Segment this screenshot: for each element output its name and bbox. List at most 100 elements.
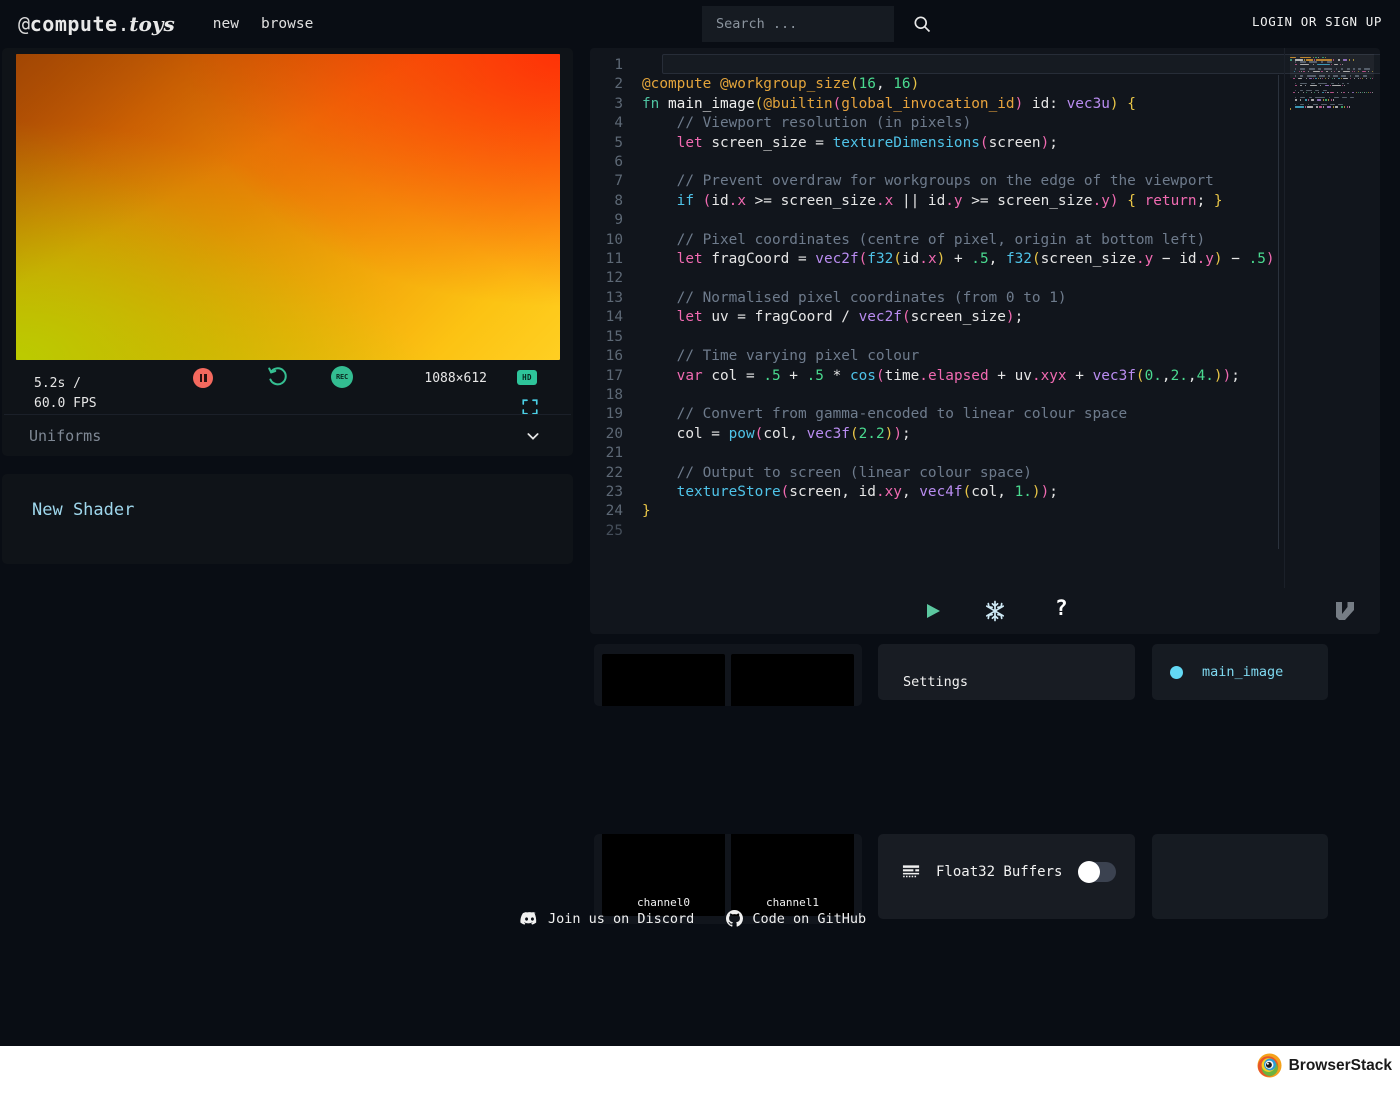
- snowflake-icon[interactable]: [983, 599, 1007, 623]
- bottom-panels: Settings main_image channel0 channel1 Fl…: [590, 644, 1340, 934]
- logo-compute: compute: [29, 12, 118, 36]
- line-source[interactable]: // Viewport resolution (in pixels): [642, 114, 1285, 133]
- line-source[interactable]: let screen_size = textureDimensions(scre…: [642, 134, 1285, 153]
- line-source[interactable]: // Convert from gamma-encoded to linear …: [642, 405, 1285, 424]
- code-line[interactable]: 14 let uv = fragCoord / vec2f(screen_siz…: [590, 308, 1285, 327]
- line-number: 2: [614, 76, 623, 93]
- line-source[interactable]: [642, 522, 1285, 541]
- line-source[interactable]: let fragCoord = vec2f(f32(id.x) + .5, f3…: [642, 250, 1285, 269]
- line-source[interactable]: [642, 56, 1285, 75]
- line-source[interactable]: fn main_image(@builtin(global_invocation…: [642, 95, 1285, 114]
- line-source[interactable]: if (id.x >= screen_size.x || id.y >= scr…: [642, 192, 1285, 211]
- chevron-down-icon[interactable]: [525, 428, 541, 444]
- elapsed-time: 5.2s /: [34, 376, 81, 391]
- question-mark-icon[interactable]: ?: [1055, 596, 1068, 620]
- line-source[interactable]: col = pow(col, vec3f(2.2));: [642, 425, 1285, 444]
- line-source[interactable]: // Normalised pixel coordinates (from 0 …: [642, 289, 1285, 308]
- code-line[interactable]: 24}: [590, 502, 1285, 521]
- code-line[interactable]: 19 // Convert from gamma-encoded to line…: [590, 405, 1285, 424]
- texture-thumb-0[interactable]: [602, 654, 725, 706]
- line-source[interactable]: // Pixel coordinates (centre of pixel, o…: [642, 231, 1285, 250]
- code-line[interactable]: 8 if (id.x >= screen_size.x || id.y >= s…: [590, 192, 1285, 211]
- watermark-strip: [0, 1046, 1400, 1094]
- line-source[interactable]: // Time varying pixel colour: [642, 347, 1285, 366]
- line-source[interactable]: [642, 444, 1285, 463]
- code-line[interactable]: 12: [590, 269, 1285, 288]
- line-number: 10: [605, 231, 623, 248]
- line-number: 3: [614, 95, 623, 112]
- search-area: [702, 6, 932, 42]
- line-source[interactable]: @compute @workgroup_size(16, 16): [642, 75, 1285, 94]
- code-line[interactable]: 20 col = pow(col, vec3f(2.2));: [590, 425, 1285, 444]
- channel-thumb-1[interactable]: channel1: [731, 834, 854, 916]
- code-lines[interactable]: 1 2 @compute @workgroup_size(16, 16) 3 fn m…: [590, 56, 1285, 541]
- line-source[interactable]: // Output to screen (linear colour space…: [642, 464, 1285, 483]
- channel-thumb-0[interactable]: channel0: [602, 834, 725, 916]
- minimap-gutter[interactable]: [1284, 48, 1380, 588]
- code-line[interactable]: 6: [590, 153, 1285, 172]
- pause-button[interactable]: [193, 368, 213, 388]
- code-line[interactable]: 22 // Output to screen (linear colour sp…: [590, 464, 1285, 483]
- float32-toggle[interactable]: [1078, 861, 1117, 883]
- float32-card: Float32 Buffers: [878, 834, 1135, 919]
- shader-title[interactable]: New Shader: [32, 500, 134, 520]
- nav-item-new[interactable]: new: [213, 16, 239, 32]
- record-button[interactable]: REC: [331, 366, 353, 388]
- vim-logo-icon[interactable]: [1334, 600, 1356, 622]
- code-line[interactable]: 21: [590, 444, 1285, 463]
- line-number: 13: [605, 289, 623, 306]
- line-source[interactable]: [642, 153, 1285, 172]
- settings-card[interactable]: Settings: [878, 644, 1135, 700]
- code-line[interactable]: 5 let screen_size = textureDimensions(sc…: [590, 134, 1285, 153]
- app-root: @compute.toys new browse LOGIN OR SIGN U…: [0, 0, 1400, 1094]
- code-line[interactable]: 18: [590, 386, 1285, 405]
- code-line[interactable]: 4 // Viewport resolution (in pixels): [590, 114, 1285, 133]
- uniforms-section[interactable]: Uniforms: [4, 414, 571, 456]
- code-line[interactable]: 17 var col = .5 + .5 * cos(time.elapsed …: [590, 367, 1285, 386]
- code-line[interactable]: 2 @compute @workgroup_size(16, 16): [590, 75, 1285, 94]
- search-icon[interactable]: [912, 14, 932, 34]
- reset-button[interactable]: [266, 366, 290, 390]
- line-source[interactable]: [642, 269, 1285, 288]
- fps-readout: 60.0 FPS: [34, 396, 97, 411]
- code-line[interactable]: 11 let fragCoord = vec2f(f32(id.x) + .5,…: [590, 250, 1285, 269]
- code-line[interactable]: 7 // Prevent overdraw for workgroups on …: [590, 172, 1285, 191]
- line-source[interactable]: }: [642, 502, 1285, 521]
- line-number: 4: [614, 115, 623, 132]
- entrypoint-card[interactable]: main_image: [1152, 644, 1328, 700]
- line-number: 1: [614, 57, 623, 73]
- code-line[interactable]: 1: [590, 56, 1285, 75]
- play-icon[interactable]: [924, 602, 942, 620]
- line-source[interactable]: // Prevent overdraw for workgroups on th…: [642, 172, 1285, 191]
- code-line[interactable]: 10 // Pixel coordinates (centre of pixel…: [590, 231, 1285, 250]
- line-source[interactable]: [642, 211, 1285, 230]
- site-logo[interactable]: @ compute. toys: [18, 12, 175, 36]
- code-line[interactable]: 15: [590, 328, 1285, 347]
- line-source[interactable]: [642, 328, 1285, 347]
- float32-label: Float32 Buffers: [936, 864, 1063, 880]
- login-button[interactable]: LOGIN OR SIGN UP: [1252, 14, 1382, 29]
- code-minimap[interactable]: [1290, 54, 1374, 114]
- code-line[interactable]: 23 textureStore(screen, id.xy, vec4f(col…: [590, 483, 1285, 502]
- line-source[interactable]: [642, 386, 1285, 405]
- discord-link[interactable]: Join us on Discord: [520, 911, 694, 927]
- texture-thumb-1[interactable]: [731, 654, 854, 706]
- code-line[interactable]: 9: [590, 211, 1285, 230]
- code-line[interactable]: 16 // Time varying pixel colour: [590, 347, 1285, 366]
- code-editor[interactable]: 1 2 @compute @workgroup_size(16, 16) 3 fn m…: [590, 48, 1380, 588]
- shader-canvas[interactable]: [16, 54, 560, 360]
- code-line[interactable]: 25: [590, 522, 1285, 541]
- github-link[interactable]: Code on GitHub: [726, 910, 866, 927]
- line-number: 9: [614, 212, 623, 229]
- line-source[interactable]: let uv = fragCoord / vec2f(screen_size);: [642, 308, 1285, 327]
- line-source[interactable]: var col = .5 + .5 * cos(time.elapsed + u…: [642, 367, 1285, 386]
- nav-item-browse[interactable]: browse: [261, 16, 313, 32]
- code-line[interactable]: 13 // Normalised pixel coordinates (from…: [590, 289, 1285, 308]
- texture-slots-top[interactable]: [594, 644, 862, 706]
- search-input[interactable]: [702, 6, 894, 42]
- line-source[interactable]: textureStore(screen, id.xy, vec4f(col, 1…: [642, 483, 1285, 502]
- empty-card[interactable]: [1152, 834, 1328, 919]
- line-number: 22: [605, 464, 623, 481]
- hd-badge[interactable]: HD: [517, 370, 537, 385]
- code-line[interactable]: 3 fn main_image(@builtin(global_invocatio…: [590, 95, 1285, 114]
